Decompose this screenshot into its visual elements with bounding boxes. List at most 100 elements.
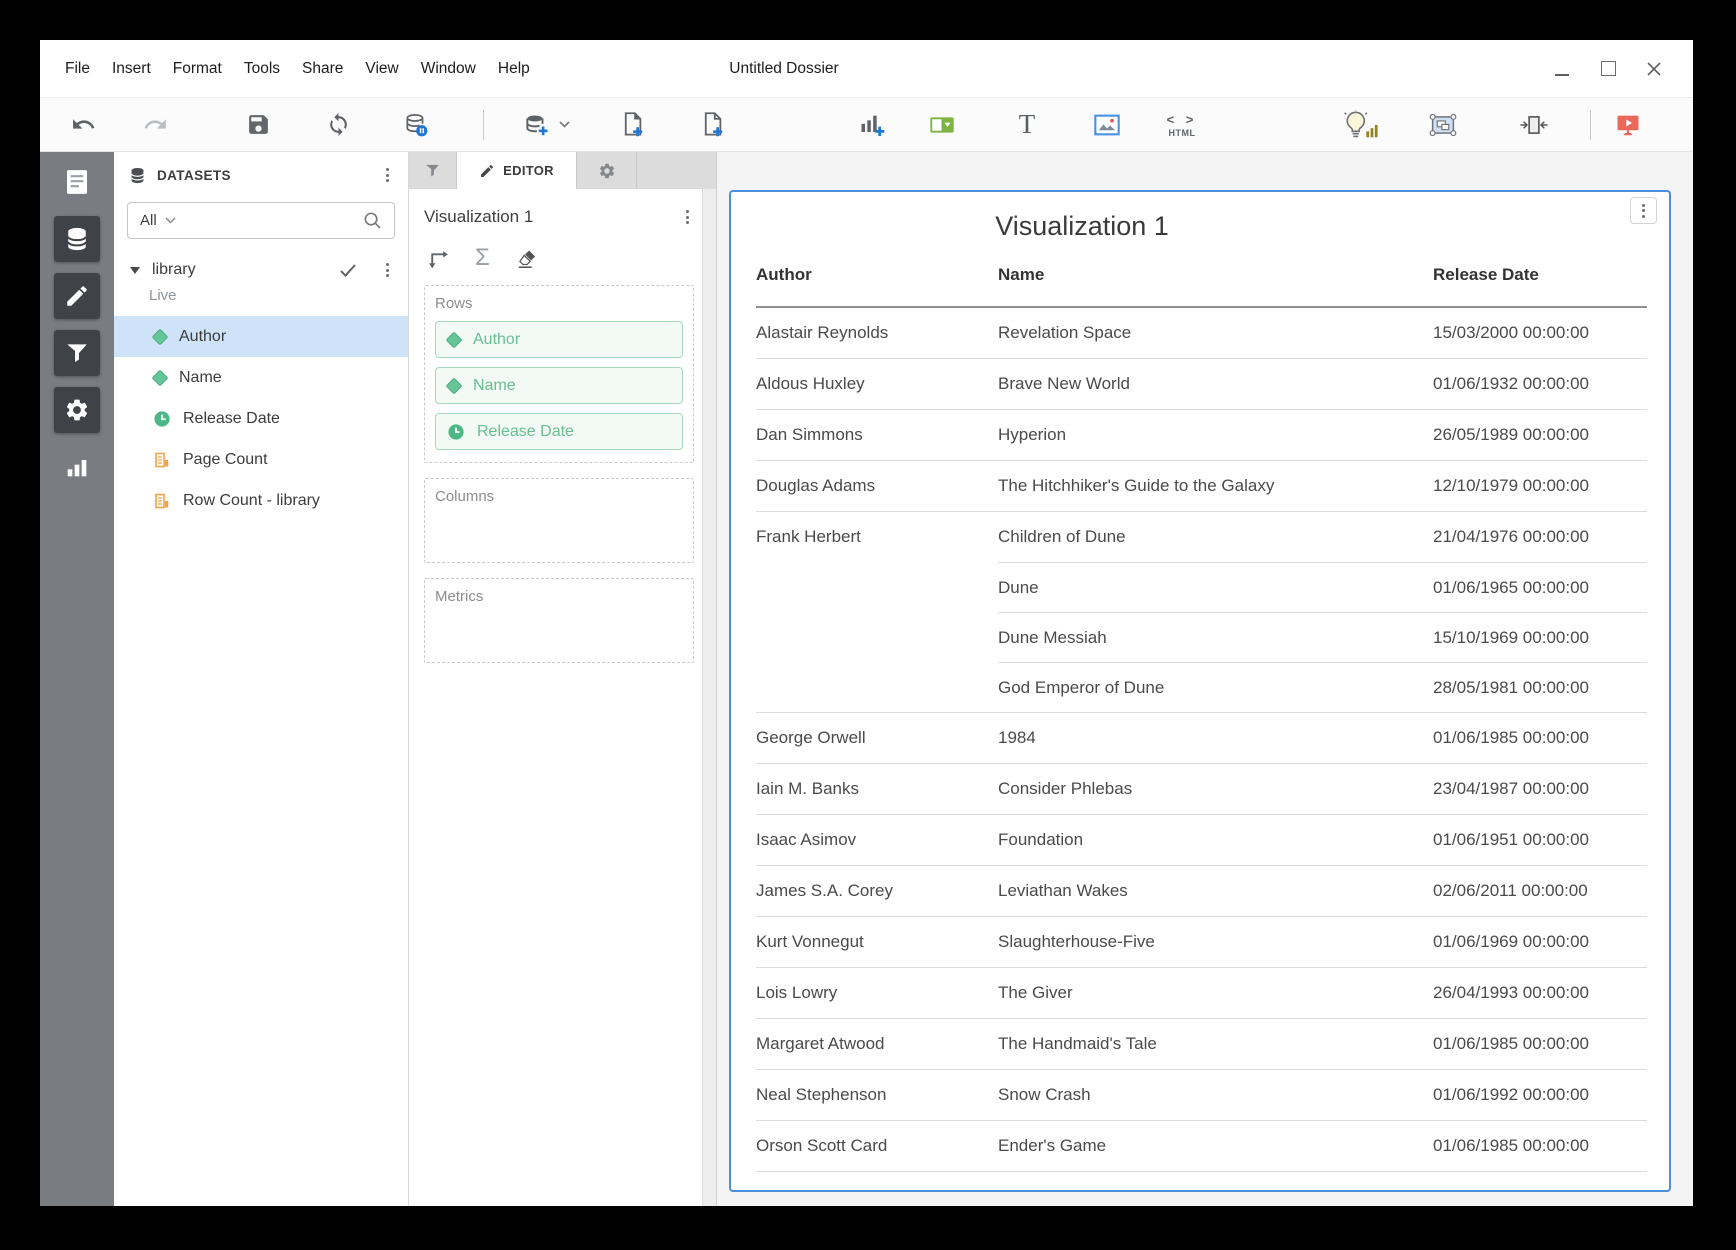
name-cell[interactable]: Leviathan Wakes bbox=[998, 881, 1433, 901]
release-date-cell[interactable]: 21/04/1976 00:00:00 bbox=[1433, 527, 1647, 547]
author-cell[interactable]: Kurt Vonnegut bbox=[756, 917, 998, 967]
name-cell[interactable]: The Handmaid's Tale bbox=[998, 1034, 1433, 1054]
table-row[interactable]: The Giver26/04/1993 00:00:00 bbox=[998, 968, 1647, 1018]
redo-button[interactable] bbox=[136, 106, 174, 144]
release-date-cell[interactable]: 02/03/2004 00:00:00 bbox=[1433, 1187, 1647, 1192]
chevron-down-icon[interactable] bbox=[165, 217, 176, 224]
table-row[interactable]: Brave New World01/06/1932 00:00:00 bbox=[998, 359, 1647, 409]
table-row[interactable]: Dune01/06/1965 00:00:00 bbox=[998, 562, 1647, 612]
dataset-library-row[interactable]: library bbox=[114, 253, 408, 284]
column-header-release-date[interactable]: Release Date bbox=[1433, 265, 1647, 285]
menu-share[interactable]: Share bbox=[291, 54, 354, 84]
add-html-button[interactable]: < > HTML bbox=[1159, 106, 1205, 144]
editor-scrollbar-track[interactable] bbox=[702, 189, 716, 1206]
release-date-cell[interactable]: 26/05/1989 00:00:00 bbox=[1433, 425, 1647, 445]
table-row[interactable]: 198401/06/1985 00:00:00 bbox=[998, 713, 1647, 763]
rail-contents-button[interactable] bbox=[54, 159, 100, 205]
release-date-cell[interactable]: 01/06/1932 00:00:00 bbox=[1433, 374, 1647, 394]
author-cell[interactable]: Iain M. Banks bbox=[756, 764, 998, 814]
eraser-icon[interactable] bbox=[515, 247, 538, 270]
name-cell[interactable]: Dune bbox=[998, 578, 1433, 598]
dataset-field-name[interactable]: Name bbox=[114, 357, 408, 398]
table-row[interactable]: Ender's Game01/06/1985 00:00:00 bbox=[998, 1121, 1647, 1171]
author-cell[interactable]: Lois Lowry bbox=[756, 968, 998, 1018]
author-cell[interactable]: Peter F. Hamilton bbox=[756, 1172, 998, 1192]
rows-chip-author[interactable]: Author bbox=[435, 321, 683, 358]
release-date-cell[interactable]: 01/06/1985 00:00:00 bbox=[1433, 728, 1647, 748]
author-cell[interactable]: George Orwell bbox=[756, 713, 998, 763]
add-text-button[interactable]: T bbox=[1008, 106, 1046, 144]
rows-chip-release-date[interactable]: Release Date bbox=[435, 413, 683, 450]
tab-filter[interactable] bbox=[409, 152, 457, 189]
expand-triangle-icon[interactable] bbox=[130, 267, 140, 274]
name-cell[interactable]: Ender's Game bbox=[998, 1136, 1433, 1156]
author-cell[interactable]: Margaret Atwood bbox=[756, 1019, 998, 1069]
add-data-chevron[interactable] bbox=[555, 106, 573, 144]
table-row[interactable]: Revelation Space15/03/2000 00:00:00 bbox=[998, 308, 1647, 358]
table-row[interactable]: The Handmaid's Tale01/06/1985 00:00:00 bbox=[998, 1019, 1647, 1069]
undo-button[interactable] bbox=[64, 106, 102, 144]
visualization-menu-button[interactable] bbox=[681, 205, 694, 229]
datasets-menu-button[interactable] bbox=[381, 163, 394, 187]
name-cell[interactable]: Snow Crash bbox=[998, 1085, 1433, 1105]
presentation-mode-button[interactable] bbox=[1609, 106, 1647, 144]
menu-view[interactable]: View bbox=[354, 54, 409, 84]
refresh-button[interactable] bbox=[319, 106, 357, 144]
name-cell[interactable]: Hyperion bbox=[998, 425, 1433, 445]
columns-drop-zone[interactable]: Columns bbox=[424, 478, 694, 563]
visualization-card[interactable]: Visualization 1 AuthorNameRelease Date A… bbox=[729, 190, 1671, 1192]
release-date-cell[interactable]: 02/06/2011 00:00:00 bbox=[1433, 881, 1647, 901]
name-cell[interactable]: The Hitchhiker's Guide to the Galaxy bbox=[998, 476, 1433, 496]
insights-button[interactable] bbox=[1335, 106, 1385, 144]
table-row[interactable]: Consider Phlebas23/04/1987 00:00:00 bbox=[998, 764, 1647, 814]
dataset-field-row-count-library[interactable]: Row Count - library bbox=[114, 480, 408, 521]
menu-insert[interactable]: Insert bbox=[101, 54, 162, 84]
table-row[interactable]: Foundation01/06/1951 00:00:00 bbox=[998, 815, 1647, 865]
author-cell[interactable]: James S.A. Corey bbox=[756, 866, 998, 916]
new-chapter-button[interactable] bbox=[693, 106, 731, 144]
sigma-icon[interactable]: Σ bbox=[475, 246, 490, 270]
swap-rows-columns-icon[interactable] bbox=[427, 247, 450, 270]
author-cell[interactable]: Dan Simmons bbox=[756, 410, 998, 460]
rows-chip-name[interactable]: Name bbox=[435, 367, 683, 404]
rail-settings-button[interactable] bbox=[54, 387, 100, 433]
release-date-cell[interactable]: 28/05/1981 00:00:00 bbox=[1433, 678, 1647, 698]
table-row[interactable]: Dune Messiah15/10/1969 00:00:00 bbox=[998, 612, 1647, 662]
release-date-cell[interactable]: 01/06/1965 00:00:00 bbox=[1433, 578, 1647, 598]
release-date-cell[interactable]: 01/06/1969 00:00:00 bbox=[1433, 932, 1647, 952]
table-row[interactable]: God Emperor of Dune28/05/1981 00:00:00 bbox=[998, 662, 1647, 712]
release-date-cell[interactable]: 15/03/2000 00:00:00 bbox=[1433, 323, 1647, 343]
table-row[interactable]: Snow Crash01/06/1992 00:00:00 bbox=[998, 1070, 1647, 1120]
rows-drop-zone[interactable]: Rows AuthorNameRelease Date bbox=[424, 285, 694, 463]
menu-help[interactable]: Help bbox=[487, 54, 541, 84]
column-header-name[interactable]: Name bbox=[998, 265, 1433, 285]
table-row[interactable]: Children of Dune21/04/1976 00:00:00 bbox=[998, 512, 1647, 562]
menu-window[interactable]: Window bbox=[410, 54, 487, 84]
add-visualization-button[interactable] bbox=[853, 106, 891, 144]
add-data-button[interactable] bbox=[517, 106, 555, 144]
minimize-button[interactable] bbox=[1539, 50, 1585, 88]
release-date-cell[interactable]: 26/04/1993 00:00:00 bbox=[1433, 983, 1647, 1003]
table-row[interactable]: Slaughterhouse-Five01/06/1969 00:00:00 bbox=[998, 917, 1647, 967]
name-cell[interactable]: The Giver bbox=[998, 983, 1433, 1003]
menu-format[interactable]: Format bbox=[162, 54, 233, 84]
author-cell[interactable]: Alastair Reynolds bbox=[756, 308, 998, 358]
new-page-button[interactable] bbox=[613, 106, 651, 144]
author-cell[interactable]: Isaac Asimov bbox=[756, 815, 998, 865]
close-button[interactable] bbox=[1631, 50, 1677, 88]
card-menu-button[interactable] bbox=[1630, 197, 1657, 224]
name-cell[interactable]: 1984 bbox=[998, 728, 1433, 748]
menu-tools[interactable]: Tools bbox=[233, 54, 291, 84]
name-cell[interactable]: Brave New World bbox=[998, 374, 1433, 394]
name-cell[interactable]: Consider Phlebas bbox=[998, 779, 1433, 799]
dataset-status-button[interactable] bbox=[397, 106, 435, 144]
tab-editor[interactable]: EDITOR bbox=[457, 152, 577, 189]
dataset-field-page-count[interactable]: Page Count bbox=[114, 439, 408, 480]
dataset-menu-button[interactable] bbox=[381, 258, 394, 282]
rail-visualizations-button[interactable] bbox=[54, 444, 100, 490]
name-cell[interactable]: Children of Dune bbox=[998, 527, 1433, 547]
table-row[interactable]: Pandora's Star02/03/2004 00:00:00 bbox=[998, 1172, 1647, 1192]
dataset-field-release-date[interactable]: Release Date bbox=[114, 398, 408, 439]
name-cell[interactable]: Slaughterhouse-Five bbox=[998, 932, 1433, 952]
add-image-button[interactable] bbox=[1088, 106, 1126, 144]
